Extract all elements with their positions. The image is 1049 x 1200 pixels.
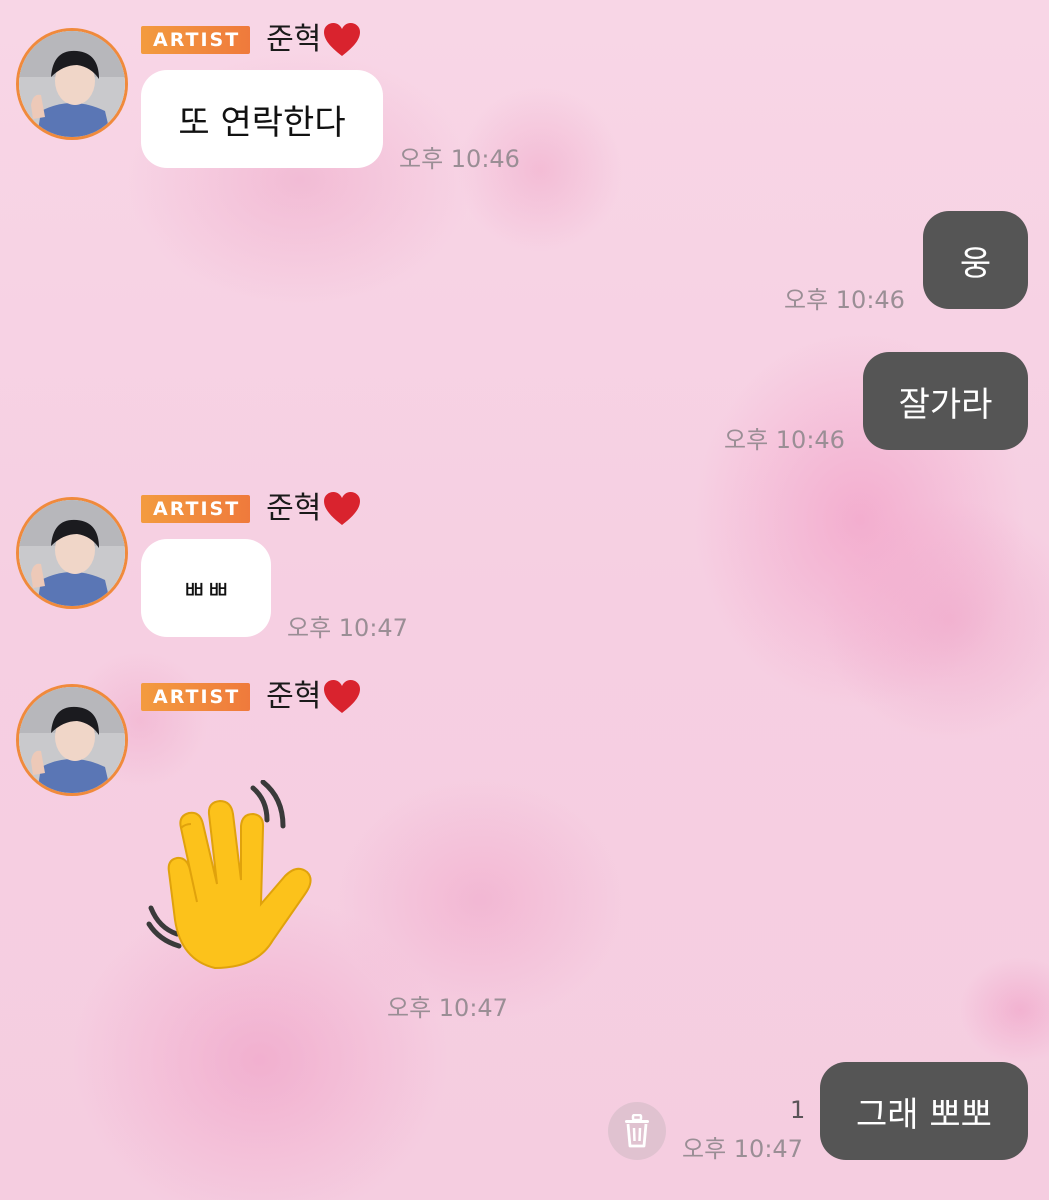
sender-name[interactable]: 준혁 <box>266 20 321 60</box>
profile-photo <box>19 500 125 606</box>
message-timestamp: 오후 10:47 <box>287 614 408 642</box>
message-text: 웅 <box>959 243 992 284</box>
avatar[interactable] <box>16 684 128 796</box>
message-timestamp: 오후 10:46 <box>724 426 845 454</box>
artist-badge: ARTIST <box>141 495 251 523</box>
message-text: ㅃㅃ <box>182 575 230 606</box>
unread-count: 1 <box>790 1096 806 1124</box>
heart-icon <box>324 492 361 525</box>
avatar[interactable] <box>16 28 128 140</box>
sender-row: ARTIST 준혁 <box>141 677 361 717</box>
waving-hand-icon[interactable] <box>145 780 345 970</box>
profile-photo <box>19 687 125 793</box>
trash-icon <box>625 1114 649 1148</box>
delete-button[interactable] <box>608 1102 666 1160</box>
message-timestamp: 오후 10:47 <box>682 1135 803 1163</box>
sender-row: ARTIST 준혁 <box>141 489 361 529</box>
message-timestamp: 오후 10:46 <box>784 286 905 314</box>
avatar[interactable] <box>16 497 128 609</box>
message-text: 그래 뽀뽀 <box>856 1094 992 1135</box>
artist-badge: ARTIST <box>141 683 251 711</box>
message-bubble[interactable]: 그래 뽀뽀 <box>820 1062 1028 1160</box>
artist-badge: ARTIST <box>141 26 251 54</box>
message-bubble[interactable]: 웅 <box>923 211 1028 309</box>
message-bubble[interactable]: 잘가라 <box>863 352 1028 450</box>
message-timestamp: 오후 10:47 <box>387 994 508 1022</box>
message-text: 또 연락한다 <box>178 102 346 143</box>
heart-icon <box>324 680 361 713</box>
message-text: 잘가라 <box>898 384 993 425</box>
sender-name[interactable]: 준혁 <box>266 489 321 529</box>
message-timestamp: 오후 10:46 <box>399 145 520 173</box>
sender-name[interactable]: 준혁 <box>266 677 321 717</box>
message-bubble[interactable]: 또 연락한다 <box>141 70 383 168</box>
message-bubble[interactable]: ㅃㅃ <box>141 539 271 637</box>
profile-photo <box>19 31 125 137</box>
heart-icon <box>324 23 361 56</box>
sender-row: ARTIST 준혁 <box>141 20 361 60</box>
